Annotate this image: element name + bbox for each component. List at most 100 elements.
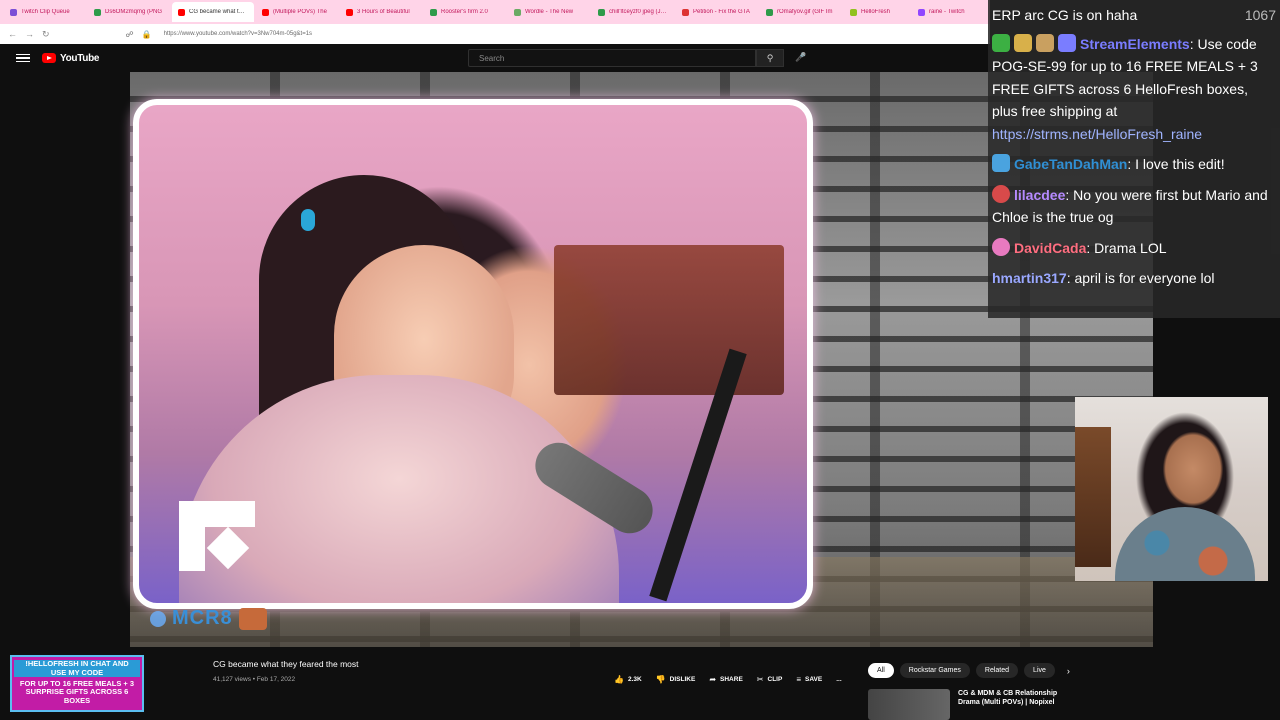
tab-label: Wordle - The New bbox=[525, 9, 574, 15]
chat-username[interactable]: GabeTanDahMan bbox=[1014, 156, 1127, 172]
chat-username[interactable]: StreamElements bbox=[1080, 36, 1190, 52]
chip-all[interactable]: All bbox=[868, 663, 894, 678]
tab-favicon-icon bbox=[766, 8, 773, 16]
browser-tab[interactable]: HelloFresh bbox=[844, 2, 910, 22]
video-meta: 41,127 views • Feb 17, 2022 bbox=[213, 676, 296, 683]
youtube-logo[interactable]: YouTube bbox=[42, 53, 100, 64]
youtube-favicon-icon bbox=[346, 8, 353, 16]
back-arrow-icon[interactable]: ← bbox=[8, 29, 17, 39]
youtube-favicon-icon bbox=[178, 8, 185, 16]
twitch-favicon-icon bbox=[918, 8, 925, 16]
address-bar: ← → ↻ ☍ 🔒 https://www.youtube.com/watch?… bbox=[0, 24, 990, 44]
tab-label: chill'ltceyzf0 jpeg (JPEG bbox=[609, 9, 668, 15]
background-dresser bbox=[554, 245, 784, 395]
screen: Twitch Clip Queue Ds6OM2mqmg (PNG CG bec… bbox=[0, 0, 1280, 720]
browser-tab[interactable]: Rooster's firm 2.0 bbox=[424, 2, 506, 22]
share-button[interactable]: ➦ SHARE bbox=[709, 675, 742, 684]
tab-label: Petition - Fix the GTA bbox=[693, 9, 750, 15]
chat-text: ERP arc CG is on haha bbox=[992, 7, 1138, 23]
browser-tab[interactable]: raine - Twitch bbox=[912, 2, 972, 22]
browser-tab-strip: Twitch Clip Queue Ds6OM2mqmg (PNG CG bec… bbox=[0, 0, 990, 24]
clip-button[interactable]: ✂ CLIP bbox=[757, 675, 783, 684]
badge-icon bbox=[992, 154, 1010, 172]
chat-message: ERP arc CG is on haha bbox=[992, 4, 1276, 27]
video-info-bar: !HELLOFRESH IN CHAT AND USE MY CODE FOR … bbox=[0, 647, 1280, 720]
browser-tab[interactable]: Petition - Fix the GTA bbox=[676, 2, 758, 22]
chevron-right-icon[interactable]: › bbox=[1067, 666, 1070, 676]
tab-favicon-icon bbox=[430, 8, 437, 16]
url-field[interactable]: https://www.youtube.com/watch?v=3Nw704m-… bbox=[164, 31, 312, 37]
tab-label: (Multiple POVs) The bbox=[273, 9, 327, 15]
tab-favicon-icon bbox=[94, 8, 101, 16]
reactor-webcam bbox=[1075, 397, 1268, 581]
chat-link[interactable]: https://strms.net/HelloFresh_raine bbox=[992, 126, 1202, 142]
promo-line-2: FOR UP TO 16 FREE MEALS + 3 SURPRISE GIF… bbox=[19, 678, 135, 705]
badge-icon bbox=[1036, 33, 1054, 52]
more-button[interactable]: ... bbox=[836, 676, 841, 683]
browser-tab[interactable]: 3 Hours of Beautiful bbox=[340, 2, 422, 22]
search-icon: ⚲ bbox=[766, 53, 774, 63]
chat-username[interactable]: DavidCada bbox=[1014, 240, 1086, 256]
related-thumbnail[interactable] bbox=[868, 689, 950, 720]
tab-label: HelloFresh bbox=[861, 9, 891, 15]
video-actions: 👍 2.3K 👎 DISLIKE ➦ SHARE ✂ CLIP ≡ SAVE ... bbox=[614, 675, 842, 684]
wordle-favicon-icon bbox=[514, 8, 521, 16]
tab-favicon-icon bbox=[10, 8, 17, 16]
streamer-label: MCR8 bbox=[172, 607, 233, 629]
tab-label: Ds6OM2mqmg (PNG bbox=[105, 9, 163, 15]
browser-tab[interactable]: Wordle - The New bbox=[508, 2, 590, 22]
related-title[interactable]: CG & MDM & CB Relationship Drama (Multi … bbox=[958, 689, 1078, 720]
youtube-favicon-icon bbox=[262, 8, 269, 16]
tab-label: rOmafyov.gif (GIF Im bbox=[777, 9, 833, 15]
chat-text: : I love this edit! bbox=[1127, 156, 1225, 172]
emote-icon bbox=[238, 607, 267, 630]
share-label: SHARE bbox=[720, 676, 743, 683]
chat-message: lilacdee: No you were first but Mario an… bbox=[992, 184, 1276, 229]
video-title: CG became what they feared the most bbox=[213, 659, 359, 669]
chat-message: GabeTanDahMan: I love this edit! bbox=[992, 153, 1276, 176]
hairclip bbox=[301, 209, 315, 231]
more-icon: ... bbox=[836, 676, 842, 683]
lock-icon[interactable]: 🔒 bbox=[142, 30, 152, 39]
tab-label: 3 Hours of Beautiful bbox=[357, 9, 410, 15]
chat-text: : Drama LOL bbox=[1086, 239, 1167, 256]
streamer-shirt bbox=[179, 375, 619, 603]
thumbs-down-icon: 👎 bbox=[655, 675, 666, 684]
save-button[interactable]: ≡ SAVE bbox=[796, 675, 822, 684]
reload-icon[interactable]: ↻ bbox=[42, 29, 50, 40]
badge-icon bbox=[1014, 33, 1032, 52]
search-input[interactable]: Search bbox=[468, 49, 756, 67]
clip-label: CLIP bbox=[767, 676, 783, 683]
scissors-icon: ✂ bbox=[756, 675, 764, 684]
badge-icon bbox=[992, 184, 1010, 203]
browser-tab[interactable]: Ds6OM2mqmg (PNG bbox=[88, 2, 170, 22]
browser-tab[interactable]: Twitch Clip Queue bbox=[4, 2, 86, 22]
like-button[interactable]: 👍 2.3K bbox=[614, 675, 642, 684]
shield-icon[interactable]: ☍ bbox=[126, 30, 134, 39]
forward-arrow-icon[interactable]: → bbox=[25, 29, 34, 39]
chip-related[interactable]: Related bbox=[975, 663, 1019, 678]
tab-label: Rooster's firm 2.0 bbox=[441, 9, 488, 15]
browser-tab-active[interactable]: CG became what they feared bbox=[172, 2, 254, 22]
browser-tab[interactable]: (Multiple POVs) The bbox=[256, 2, 338, 22]
chat-username[interactable]: hmartin317 bbox=[992, 270, 1067, 286]
dislike-button[interactable]: 👎 DISLIKE bbox=[656, 675, 696, 684]
chip-rockstar-games[interactable]: Rockstar Games bbox=[899, 663, 970, 678]
browser-tab[interactable]: chill'ltceyzf0 jpeg (JPEG bbox=[592, 2, 674, 22]
menu-icon[interactable] bbox=[16, 53, 30, 63]
dislike-label: DISLIKE bbox=[669, 676, 696, 683]
badge-icon bbox=[992, 33, 1010, 52]
chat-username[interactable]: lilacdee bbox=[1014, 187, 1065, 203]
browser-tab[interactable]: rOmafyov.gif (GIF Im bbox=[760, 2, 842, 22]
save-label: SAVE bbox=[804, 676, 823, 683]
streamer-name-overlay: MCR8 bbox=[150, 607, 267, 630]
promo-line-1: !HELLOFRESH IN CHAT AND USE MY CODE bbox=[14, 659, 140, 677]
search-button[interactable]: ⚲ bbox=[756, 49, 784, 67]
badge-icon bbox=[992, 237, 1010, 256]
chat-message: hmartin317: april is for everyone lol bbox=[992, 267, 1276, 290]
chat-overlay: 1067 ERP arc CG is on haha StreamElement… bbox=[988, 0, 1280, 318]
microphone-icon[interactable]: 🎤 bbox=[795, 52, 806, 63]
youtube-play-icon bbox=[42, 53, 56, 63]
related-video[interactable]: CG & MDM & CB Relationship Drama (Multi … bbox=[868, 689, 1078, 720]
chip-live[interactable]: Live bbox=[1024, 663, 1055, 678]
